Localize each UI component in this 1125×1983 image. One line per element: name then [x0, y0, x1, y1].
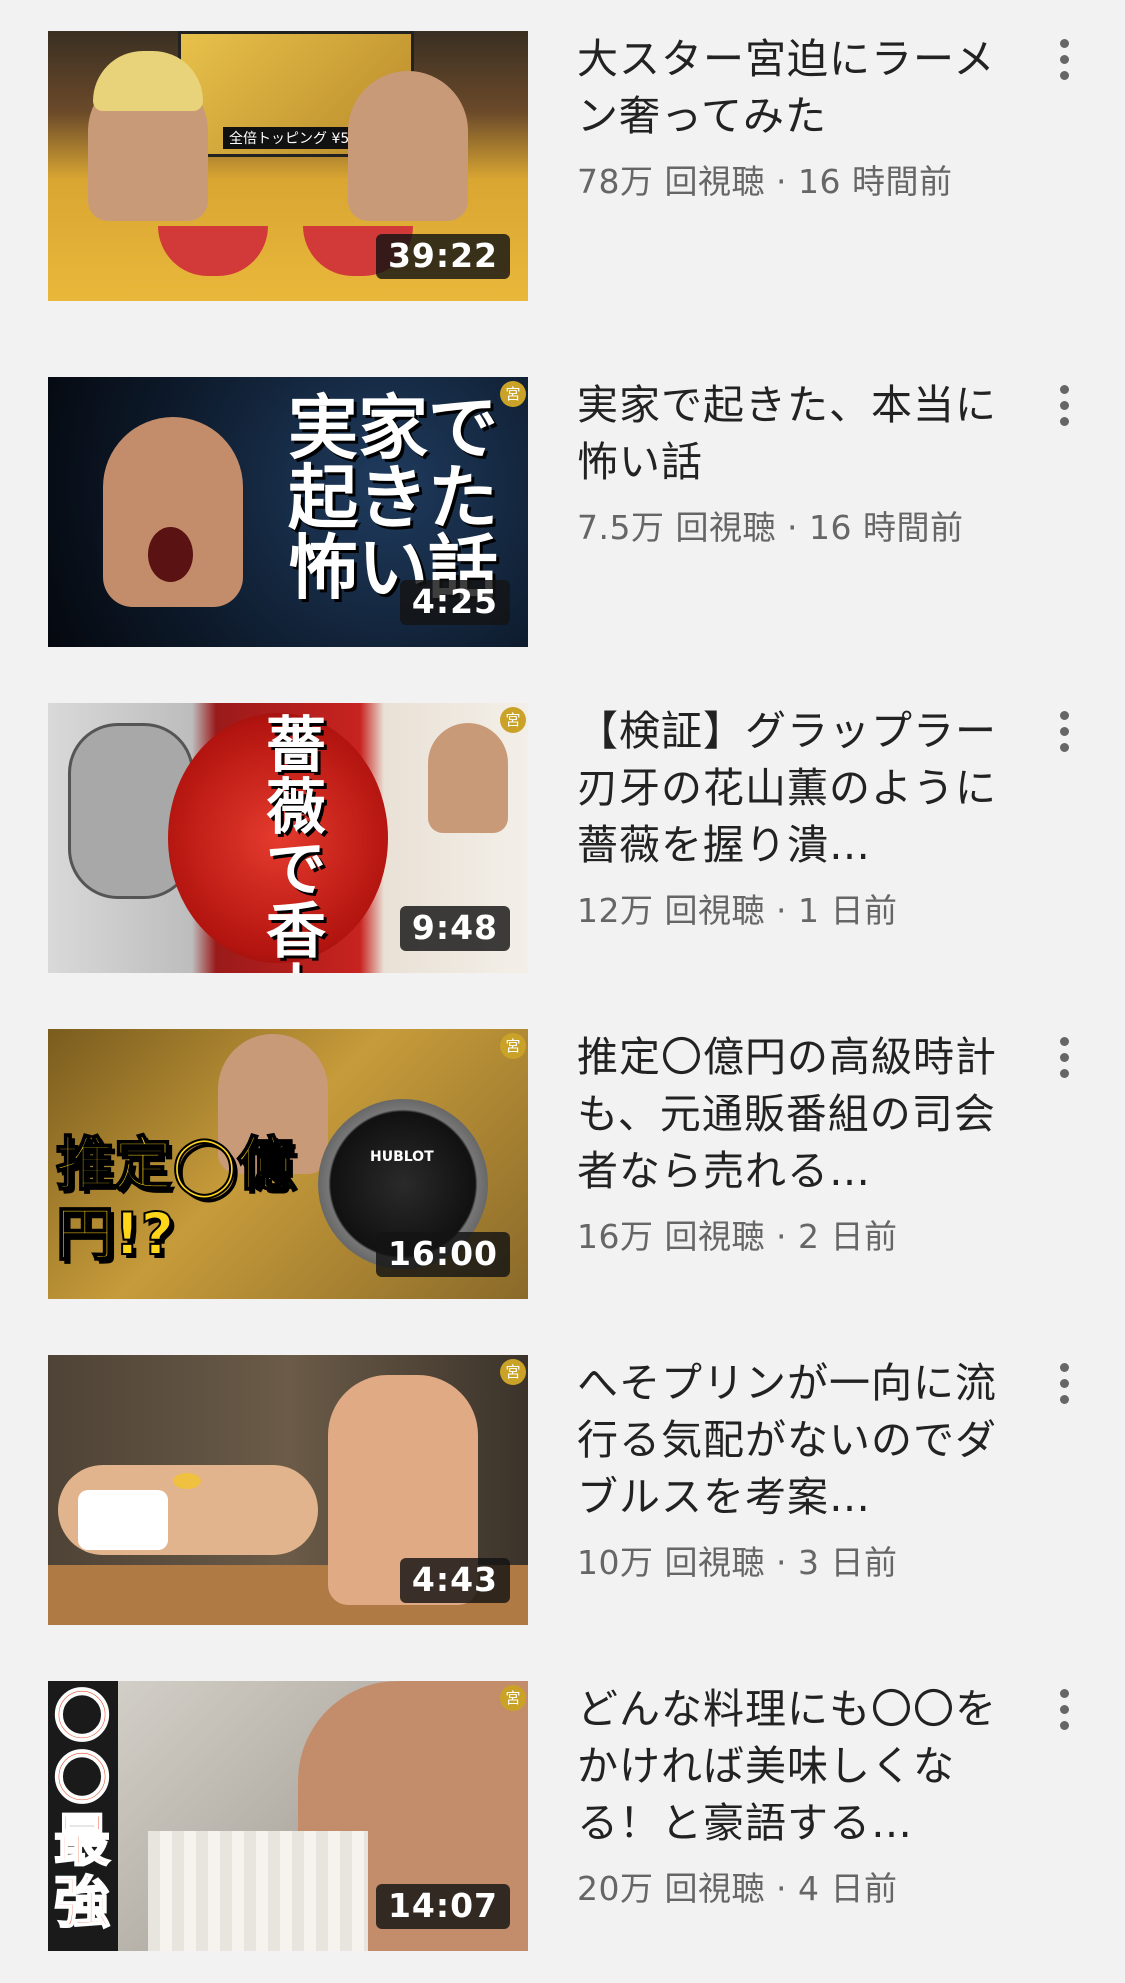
video-item[interactable]: HUBLOT 推定◯億円!? 宮 16:00 推定〇億円の高級時計も、元通販番組… — [0, 1029, 1125, 1301]
thumbnail-text: 推定◯億円!? — [55, 1129, 296, 1269]
video-item[interactable]: 全倍トッピング ¥5,000 39:22 大スター宮迫にラーメン奢ってみた 78… — [0, 31, 1125, 303]
video-item[interactable]: 薔薇で香水 宮 9:48 【検証】グラップラー刃牙の花山薫のように薔薇を握り潰…… — [0, 703, 1125, 975]
upload-age: 16 時間前 — [797, 162, 953, 201]
video-title[interactable]: へそプリンが一向に流行る気配がないのでダブルスを考案… — [577, 1355, 997, 1526]
view-count: 78万 回視聴 — [577, 162, 765, 201]
channel-watermark-icon: 宮 — [500, 1033, 526, 1059]
view-count: 20万 回視聴 — [577, 1869, 765, 1908]
open-mouth — [148, 527, 193, 582]
view-count: 7.5万 回視聴 — [577, 508, 776, 547]
meta-separator: · — [764, 162, 798, 201]
video-thumbnail[interactable]: 〇〇最強 宮 14:07 — [48, 1681, 528, 1951]
more-vert-icon[interactable] — [1050, 35, 1078, 99]
channel-watermark-icon: 宮 — [500, 381, 526, 407]
person-right — [348, 71, 468, 221]
more-vert-icon[interactable] — [1050, 381, 1078, 445]
person — [428, 723, 508, 833]
meta-separator: · — [764, 891, 798, 930]
view-count: 12万 回視聴 — [577, 891, 765, 930]
duration-badge: 4:43 — [399, 1558, 510, 1603]
meta-separator: · — [764, 1543, 798, 1582]
video-title[interactable]: 推定〇億円の高級時計も、元通販番組の司会者なら売れる… — [577, 1029, 997, 1200]
video-thumbnail[interactable]: 実家で起きた怖い話 宮 4:25 — [48, 377, 528, 647]
pudding — [173, 1473, 201, 1489]
video-thumbnail[interactable]: HUBLOT 推定◯億円!? 宮 16:00 — [48, 1029, 528, 1299]
upload-age: 1 日前 — [797, 891, 898, 930]
channel-watermark-icon: 宮 — [500, 1685, 526, 1711]
duration-badge: 14:07 — [375, 1884, 510, 1929]
duration-badge: 16:00 — [375, 1232, 510, 1277]
duration-badge: 9:48 — [399, 906, 510, 951]
channel-watermark-icon: 宮 — [500, 1359, 526, 1385]
video-meta: 20万 回視聴 · 4 日前 — [577, 1862, 897, 1910]
upload-age: 3 日前 — [797, 1543, 898, 1582]
thumbnail-text: 薔薇で香水 — [266, 711, 326, 973]
mosaic-blur — [148, 1831, 368, 1951]
more-vert-icon[interactable] — [1050, 1359, 1078, 1423]
watch-brand: HUBLOT — [370, 1149, 434, 1165]
video-thumbnail[interactable]: 全倍トッピング ¥5,000 39:22 — [48, 31, 528, 301]
duration-badge: 39:22 — [375, 234, 510, 279]
video-item[interactable]: 〇〇最強 宮 14:07 どんな料理にも〇〇をかければ美味しくなる！と豪語する…… — [0, 1681, 1125, 1953]
video-title[interactable]: 大スター宮迫にラーメン奢ってみた — [577, 31, 997, 145]
video-meta: 10万 回視聴 · 3 日前 — [577, 1536, 897, 1584]
meta-separator: · — [775, 508, 809, 547]
video-item[interactable]: 宮 4:43 へそプリンが一向に流行る気配がないのでダブルスを考案… 10万 回… — [0, 1355, 1125, 1627]
thumbnail-text: 実家で起きた怖い話 — [288, 386, 498, 609]
upload-age: 16 時間前 — [808, 508, 964, 547]
meta-separator: · — [764, 1869, 798, 1908]
more-vert-icon[interactable] — [1050, 1685, 1078, 1749]
channel-watermark-icon: 宮 — [500, 707, 526, 733]
upload-age: 4 日前 — [797, 1869, 898, 1908]
video-thumbnail[interactable]: 宮 4:43 — [48, 1355, 528, 1625]
video-meta: 7.5万 回視聴 · 16 時間前 — [577, 501, 963, 549]
video-meta: 12万 回視聴 · 1 日前 — [577, 884, 897, 932]
more-vert-icon[interactable] — [1050, 1033, 1078, 1097]
thumbnail-text: 〇〇最強 — [53, 1685, 111, 1936]
upload-age: 2 日前 — [797, 1217, 898, 1256]
more-vert-icon[interactable] — [1050, 707, 1078, 771]
video-meta: 16万 回視聴 · 2 日前 — [577, 1210, 897, 1258]
video-title[interactable]: どんな料理にも〇〇をかければ美味しくなる！と豪語する… — [577, 1681, 997, 1852]
view-count: 10万 回視聴 — [577, 1543, 765, 1582]
white-shorts — [78, 1490, 168, 1550]
video-meta: 78万 回視聴 · 16 時間前 — [577, 155, 952, 203]
duration-badge: 4:25 — [399, 580, 510, 625]
view-count: 16万 回視聴 — [577, 1217, 765, 1256]
video-item[interactable]: 実家で起きた怖い話 宮 4:25 実家で起きた、本当に怖い話 7.5万 回視聴 … — [0, 377, 1125, 649]
video-title[interactable]: 実家で起きた、本当に怖い話 — [577, 377, 997, 491]
meta-separator: · — [764, 1217, 798, 1256]
video-title[interactable]: 【検証】グラップラー刃牙の花山薫のように薔薇を握り潰… — [577, 703, 997, 874]
video-thumbnail[interactable]: 薔薇で香水 宮 9:48 — [48, 703, 528, 973]
